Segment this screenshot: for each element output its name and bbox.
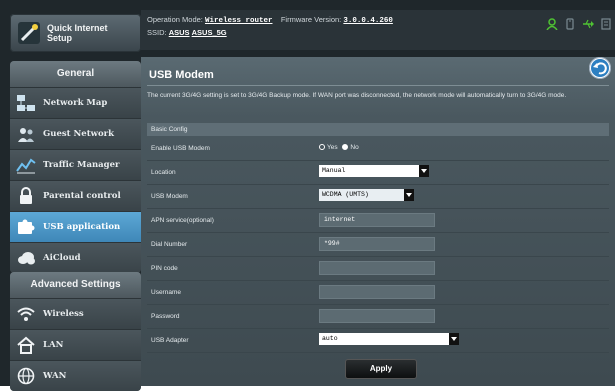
- router-admin-page: Quick Internet Setup General Network Map…: [0, 0, 615, 391]
- section-header: Basic Config: [147, 123, 609, 136]
- firmware-version-link[interactable]: 3.0.0.4.260: [343, 17, 393, 25]
- page-description: The current 3G/4G setting is set to 3G/4…: [147, 92, 567, 99]
- page-title: USB Modem: [149, 69, 214, 81]
- chevron-down-icon: [404, 189, 414, 201]
- sidebar-item-label: Parental control: [43, 191, 121, 201]
- sidebar-item-label: LAN: [43, 340, 64, 350]
- sidebar-item-label: WAN: [43, 371, 67, 381]
- advanced-settings-heading: Advanced Settings: [10, 272, 141, 298]
- location-select-value: Manual: [322, 167, 346, 174]
- password-row: Password: [147, 305, 609, 329]
- usb-modem-select-value: WCDMA (UMTS): [322, 191, 369, 198]
- dial-number-row: Dial Number *99#: [147, 233, 609, 257]
- username-row: Username: [147, 281, 609, 305]
- sidebar-item-label: USB application: [43, 222, 121, 232]
- sidebar-item-wireless[interactable]: Wireless: [10, 298, 141, 329]
- network-status-icon[interactable]: [600, 18, 612, 30]
- field-label: USB Modem: [151, 193, 188, 200]
- field-label: PIN code: [151, 265, 178, 272]
- usb-drive-icon[interactable]: [564, 18, 576, 30]
- radio-yes-label: Yes: [327, 144, 338, 151]
- field-label: APN service(optional): [151, 217, 214, 224]
- traffic-manager-icon: [16, 158, 36, 174]
- field-label: Username: [151, 289, 181, 296]
- usb-status-icon[interactable]: [582, 18, 594, 30]
- radio-no-label: No: [350, 144, 359, 151]
- sidebar-item-wan[interactable]: WAN: [10, 360, 141, 391]
- dial-number-input[interactable]: *99#: [319, 237, 435, 251]
- pin-code-input[interactable]: [319, 261, 435, 275]
- advanced-settings-menu: Advanced Settings Wireless LAN WAN: [10, 272, 141, 391]
- sidebar-item-lan[interactable]: LAN: [10, 329, 141, 360]
- chevron-down-icon: [449, 333, 459, 345]
- apn-row: APN service(optional) internet: [147, 209, 609, 233]
- home-icon: [17, 336, 35, 354]
- sidebar-item-label: Guest Network: [43, 129, 114, 139]
- puzzle-icon: [18, 219, 35, 234]
- wand-icon: [18, 22, 40, 44]
- wifi-icon: [17, 307, 35, 321]
- quick-internet-setup-button[interactable]: Quick Internet Setup: [10, 14, 141, 52]
- usb-adapter-select-value: auto: [322, 335, 338, 342]
- sidebar-item-parental-control[interactable]: Parental control: [10, 180, 141, 211]
- quick-internet-setup-label: Quick Internet: [47, 23, 108, 33]
- cloud-icon: [18, 252, 35, 265]
- field-label: Enable USB Modem: [151, 145, 210, 152]
- enable-usb-modem-row: Enable USB Modem Yes No: [147, 137, 609, 161]
- ssid-5g-link[interactable]: ASUS_5G: [192, 28, 227, 37]
- password-input[interactable]: [319, 309, 435, 323]
- sidebar-item-label: Network Map: [43, 98, 108, 108]
- globe-icon: [17, 367, 35, 385]
- operation-mode-link[interactable]: Wireless router: [205, 17, 273, 25]
- sidebar-item-label: Wireless: [43, 309, 84, 319]
- sidebar-item-traffic-manager[interactable]: Traffic Manager: [10, 149, 141, 180]
- sidebar-item-usb-application[interactable]: USB application: [10, 211, 141, 242]
- firmware-label: Firmware Version:: [280, 15, 342, 24]
- ssid-link[interactable]: ASUS: [169, 28, 190, 37]
- status-bar: Operation Mode: Wireless router Firmware…: [141, 10, 615, 50]
- sidebar-item-network-map[interactable]: Network Map: [10, 87, 141, 118]
- field-label: Dial Number: [151, 241, 188, 248]
- sidebar: Quick Internet Setup General Network Map…: [10, 0, 141, 391]
- operation-mode-label: Operation Mode:: [147, 15, 203, 24]
- field-label: Location: [151, 169, 176, 176]
- sidebar-item-aicloud[interactable]: AiCloud: [10, 242, 141, 273]
- usb-adapter-select[interactable]: auto: [319, 333, 459, 345]
- back-arrow-icon: [591, 59, 609, 77]
- guest-network-icon: [18, 128, 34, 142]
- sidebar-item-guest-network[interactable]: Guest Network: [10, 118, 141, 149]
- network-map-icon: [17, 95, 35, 111]
- radio-yes[interactable]: [319, 144, 325, 150]
- apply-button[interactable]: Apply: [345, 359, 417, 379]
- username-input[interactable]: [319, 285, 435, 299]
- user-status-icon[interactable]: [546, 18, 558, 30]
- general-heading: General: [10, 61, 141, 87]
- usb-adapter-row: USB Adapter auto: [147, 329, 609, 353]
- apn-input[interactable]: internet: [319, 213, 435, 227]
- sidebar-item-label: AiCloud: [43, 253, 81, 263]
- radio-no[interactable]: [342, 144, 349, 150]
- field-label: USB Adapter: [151, 337, 189, 344]
- back-button[interactable]: [589, 57, 611, 79]
- quick-internet-setup-label-2: Setup: [47, 33, 73, 43]
- pin-code-row: PIN code: [147, 257, 609, 281]
- field-label: Password: [151, 313, 180, 320]
- sidebar-item-label: Traffic Manager: [43, 160, 120, 170]
- usb-modem-row: USB Modem WCDMA (UMTS): [147, 185, 609, 209]
- ssid-label: SSID:: [147, 28, 167, 37]
- location-row: Location Manual: [147, 161, 609, 185]
- chevron-down-icon: [419, 165, 429, 177]
- title-divider: [147, 85, 609, 86]
- usb-modem-select[interactable]: WCDMA (UMTS): [319, 189, 414, 201]
- enable-radio-group: Yes No: [319, 144, 359, 151]
- general-menu: General Network Map Guest Network Traffi…: [10, 61, 141, 273]
- lock-icon: [20, 187, 32, 204]
- usb-modem-panel: USB Modem The current 3G/4G setting is s…: [141, 57, 615, 386]
- location-select[interactable]: Manual: [319, 165, 429, 177]
